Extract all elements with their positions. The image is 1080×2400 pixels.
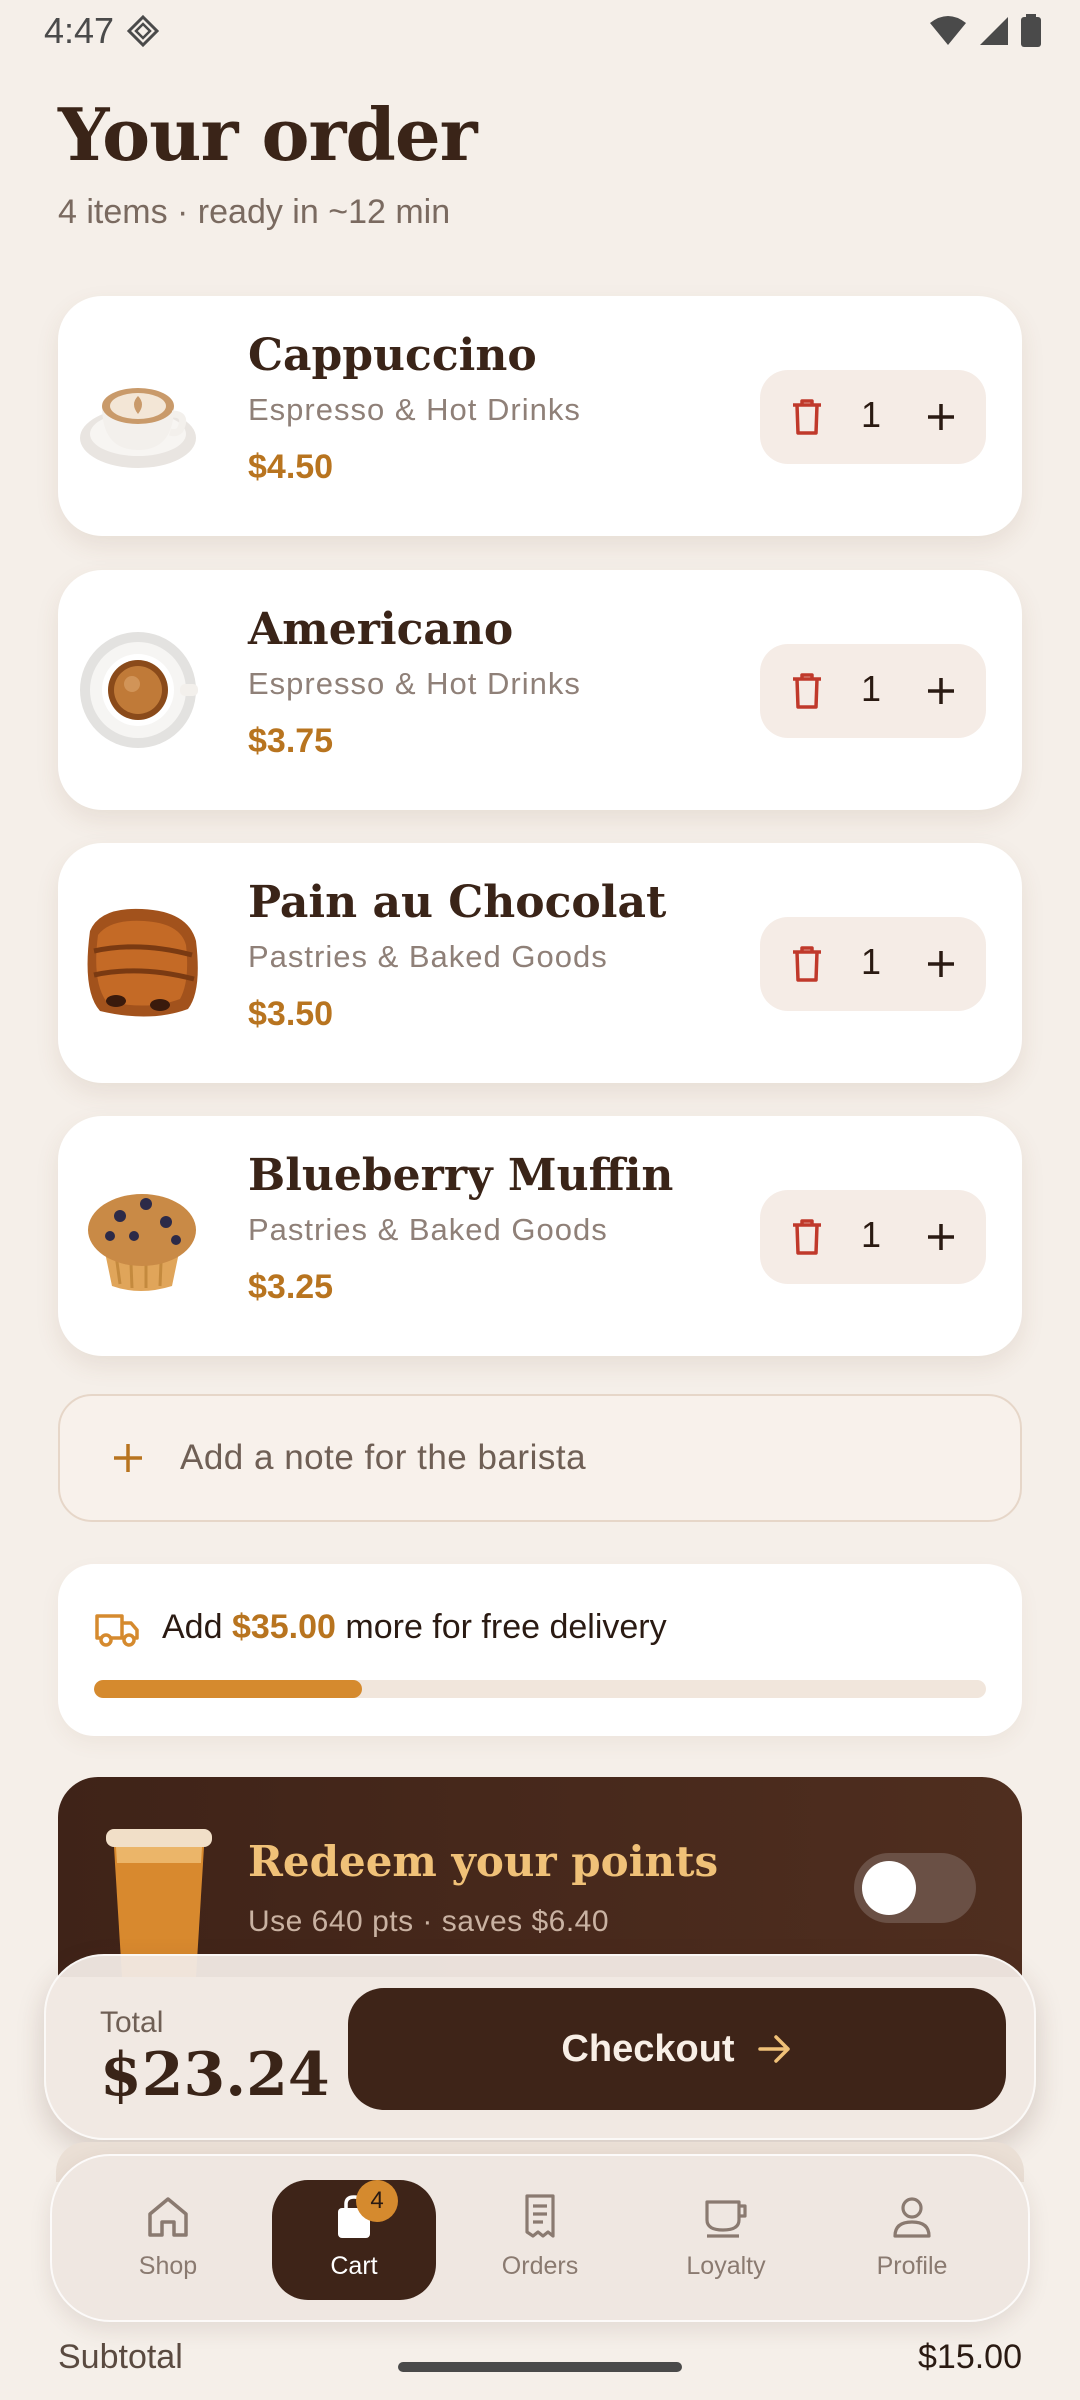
cart-item-pain-au-chocolat: Pain au Chocolat Pastries & Baked Goods … — [58, 843, 1022, 1083]
cart-item-cappuccino: Cappuccino Espresso & Hot Drinks $4.50 1 — [58, 296, 1022, 536]
nav-label: Loyalty — [686, 2252, 766, 2280]
redeem-points-card: Redeem your points Use 640 pts · saves $… — [58, 1777, 1022, 1977]
item-category: Pastries & Baked Goods — [248, 939, 608, 974]
cappuccino-image — [80, 388, 196, 468]
checkout-label: Checkout — [561, 2027, 735, 2070]
quantity-value: 1 — [860, 394, 882, 435]
receipt-icon — [525, 2194, 555, 2238]
trash-icon — [793, 673, 821, 709]
item-name: Americano — [248, 604, 514, 655]
increase-button[interactable] — [920, 670, 962, 712]
truck-icon — [95, 1614, 139, 1647]
checkout-button[interactable]: Checkout — [348, 1988, 1006, 2110]
total-label: Total — [100, 2006, 164, 2039]
americano-image — [80, 632, 198, 748]
delivery-suffix: more for free delivery — [335, 1608, 667, 1646]
plus-icon — [928, 951, 954, 977]
item-category: Espresso & Hot Drinks — [248, 666, 581, 701]
delete-button[interactable] — [786, 670, 828, 712]
item-category: Pastries & Baked Goods — [248, 1212, 608, 1247]
plus-icon — [114, 1444, 142, 1472]
cart-count-badge: 4 — [356, 2180, 398, 2222]
nav-label: Shop — [138, 2252, 198, 2280]
increase-button[interactable] — [920, 1216, 962, 1258]
nav-label: Orders — [501, 2252, 579, 2280]
redeem-subtitle: Use 640 pts · saves $6.40 — [248, 1905, 610, 1938]
delete-button[interactable] — [786, 396, 828, 438]
quantity-stepper: 1 — [760, 644, 986, 738]
quantity-value: 1 — [860, 1214, 882, 1255]
blueberry-muffin-image — [88, 1194, 196, 1291]
add-note-button[interactable]: Add a note for the barista — [58, 1394, 1022, 1522]
nav-shop[interactable]: Shop — [86, 2180, 250, 2300]
quantity-stepper: 1 — [760, 370, 986, 464]
nav-label: Profile — [876, 2252, 948, 2280]
item-price: $4.50 — [248, 448, 334, 486]
notification-icon — [126, 14, 160, 48]
trash-icon — [793, 1219, 821, 1255]
plus-icon — [928, 678, 954, 704]
pain-au-chocolat-image — [87, 908, 198, 1017]
total-value: $23.24 — [100, 2040, 330, 2110]
nav-profile[interactable]: Profile — [830, 2180, 994, 2300]
item-price: $3.25 — [248, 1268, 334, 1306]
delete-button[interactable] — [786, 1216, 828, 1258]
delete-button[interactable] — [786, 943, 828, 985]
quantity-value: 1 — [860, 668, 882, 709]
person-icon — [893, 2197, 931, 2238]
item-name: Pain au Chocolat — [248, 877, 667, 928]
delivery-progress-fill — [94, 1680, 362, 1698]
home-indicator[interactable] — [398, 2362, 682, 2372]
item-price: $3.50 — [248, 995, 334, 1033]
wifi-icon — [930, 16, 966, 45]
signal-icon — [980, 17, 1008, 45]
nav-cart[interactable]: Cart 4 — [272, 2180, 436, 2300]
page-title: Your order — [58, 92, 478, 177]
nav-loyalty[interactable]: Loyalty — [644, 2180, 808, 2300]
add-note-label: Add a note for the barista — [180, 1438, 587, 1477]
item-category: Espresso & Hot Drinks — [248, 392, 581, 427]
item-name: Cappuccino — [248, 330, 537, 381]
trash-icon — [793, 399, 821, 435]
item-price: $3.75 — [248, 722, 334, 760]
free-delivery-card: Add $35.00 more for free delivery — [58, 1564, 1022, 1736]
quantity-stepper: 1 — [760, 1190, 986, 1284]
plus-icon — [928, 1224, 954, 1250]
cart-item-americano: Americano Espresso & Hot Drinks $3.75 1 — [58, 570, 1022, 810]
battery-icon — [1021, 14, 1041, 47]
increase-button[interactable] — [920, 396, 962, 438]
status-time: 4:47 — [44, 10, 115, 51]
plus-icon — [928, 404, 954, 430]
delivery-remaining-amount: $35.00 — [231, 1608, 336, 1646]
coffee-cup-icon — [705, 2200, 747, 2238]
checkout-bar: Total $23.24 Checkout — [44, 1954, 1036, 2140]
home-icon — [148, 2197, 188, 2237]
status-bar: 4:47 — [0, 0, 1080, 62]
nav-label: Cart — [330, 2252, 378, 2280]
redeem-title: Redeem your points — [248, 1837, 719, 1886]
increase-button[interactable] — [920, 943, 962, 985]
delivery-progress-bar — [94, 1680, 986, 1698]
quantity-stepper: 1 — [760, 917, 986, 1011]
quantity-value: 1 — [860, 941, 882, 982]
delivery-prefix: Add — [162, 1608, 232, 1646]
toggle-knob — [862, 1861, 916, 1915]
bottom-navigation: Shop Cart 4 Orders Loyalty Profile — [50, 2154, 1030, 2322]
trash-icon — [793, 946, 821, 982]
order-summary: 4 items · ready in ~12 min — [58, 193, 451, 231]
free-delivery-message: Add $35.00 more for free delivery — [162, 1608, 667, 1647]
nav-orders[interactable]: Orders — [458, 2180, 622, 2300]
status-icons — [928, 14, 1042, 48]
arrow-right-icon — [757, 2035, 790, 2063]
subtotal-value: $15.00 — [918, 2338, 1022, 2376]
subtotal-label: Subtotal — [58, 2338, 183, 2376]
item-name: Blueberry Muffin — [248, 1150, 674, 1201]
redeem-points-toggle[interactable] — [854, 1853, 976, 1923]
cart-item-blueberry-muffin: Blueberry Muffin Pastries & Baked Goods … — [58, 1116, 1022, 1356]
